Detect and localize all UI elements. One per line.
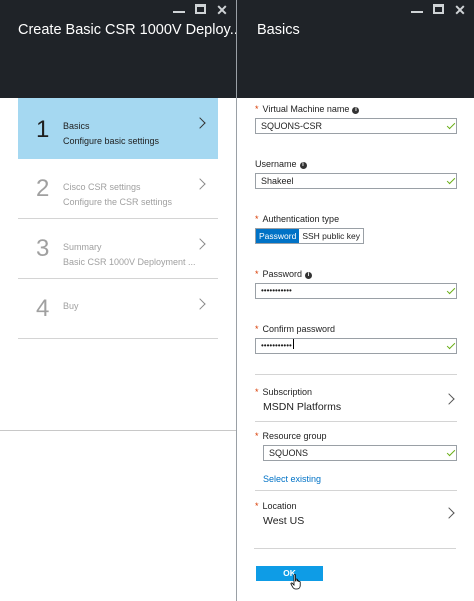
info-icon: i bbox=[305, 272, 313, 279]
confirm-password-label: * Confirm password bbox=[255, 324, 336, 334]
step-subtitle: Basic CSR 1000V Deployment ... bbox=[63, 257, 196, 267]
divider bbox=[0, 430, 236, 431]
step-number: 4 bbox=[36, 295, 50, 322]
username-input[interactable]: Shakeel bbox=[255, 173, 457, 189]
password-input[interactable]: ••••••••••• bbox=[255, 283, 457, 299]
divider bbox=[255, 374, 457, 375]
chevron-right-icon bbox=[194, 238, 206, 250]
confirm-password-input[interactable]: ••••••••••• bbox=[255, 338, 457, 354]
chevron-right-icon bbox=[194, 117, 206, 129]
username-label: Username i bbox=[255, 159, 307, 169]
info-icon: i bbox=[352, 107, 360, 114]
chevron-right-icon[interactable] bbox=[443, 393, 455, 405]
required-marker: * bbox=[255, 431, 259, 441]
step-subtitle: Configure the CSR settings bbox=[63, 197, 173, 207]
step-subtitle: Configure basic settings bbox=[63, 136, 160, 146]
required-marker: * bbox=[255, 324, 259, 334]
auth-option-ssh[interactable]: SSH public key bbox=[299, 229, 363, 243]
required-marker: * bbox=[255, 269, 259, 279]
select-existing-link[interactable]: Select existing bbox=[263, 474, 321, 484]
step-number: 2 bbox=[36, 175, 50, 202]
step-title: Cisco CSR settings bbox=[63, 182, 141, 192]
close-icon[interactable]: ✕ bbox=[454, 3, 466, 17]
maximize-icon[interactable] bbox=[433, 4, 444, 14]
basics-header: Basics ✕ bbox=[237, 0, 474, 98]
divider bbox=[255, 490, 457, 491]
location-value[interactable]: West US bbox=[263, 515, 304, 527]
required-marker: * bbox=[255, 501, 259, 511]
required-marker: * bbox=[255, 387, 259, 397]
password-label: * Password i bbox=[255, 269, 313, 279]
step-summary[interactable]: 3 Summary Basic CSR 1000V Deployment ... bbox=[18, 219, 218, 279]
chevron-right-icon bbox=[194, 178, 206, 190]
auth-type-label: * Authentication type bbox=[255, 214, 340, 224]
text-cursor bbox=[292, 339, 294, 349]
auth-option-password[interactable]: Password bbox=[256, 229, 300, 243]
basics-title: Basics bbox=[257, 22, 300, 38]
divider bbox=[254, 548, 456, 549]
vm-name-label: * Virtual Machine name i bbox=[255, 104, 360, 114]
basics-blade: Basics ✕ * Virtual Machine name i SQUONS-C… bbox=[236, 0, 474, 601]
required-marker: * bbox=[255, 214, 259, 224]
step-title: Basics bbox=[63, 121, 90, 131]
subscription-value[interactable]: MSDN Platforms bbox=[263, 401, 341, 413]
checkmark-icon bbox=[446, 340, 456, 350]
step-cisco-csr-settings[interactable]: 2 Cisco CSR settings Configure the CSR s… bbox=[18, 159, 218, 219]
resource-group-label: * Resource group bbox=[255, 431, 327, 441]
required-marker: * bbox=[255, 104, 259, 114]
step-number: 1 bbox=[36, 116, 50, 143]
wizard-window-controls: ✕ bbox=[173, 3, 228, 17]
hand-pointer-icon bbox=[290, 574, 301, 590]
checkmark-icon bbox=[446, 120, 456, 130]
checkmark-icon bbox=[446, 175, 456, 185]
maximize-icon[interactable] bbox=[195, 4, 206, 14]
step-basics[interactable]: 1 Basics Configure basic settings bbox=[18, 98, 218, 159]
step-buy[interactable]: 4 Buy bbox=[18, 279, 218, 339]
chevron-right-icon[interactable] bbox=[443, 507, 455, 519]
resource-group-input[interactable]: SQUONS bbox=[263, 445, 457, 461]
info-icon: i bbox=[299, 162, 307, 169]
vm-name-input[interactable]: SQUONS-CSR bbox=[255, 118, 457, 134]
minimize-icon[interactable] bbox=[173, 4, 185, 13]
wizard-header: Create Basic CSR 1000V Deploy... ✕ bbox=[0, 0, 242, 98]
step-title: Buy bbox=[63, 301, 79, 311]
divider bbox=[255, 421, 457, 422]
step-title: Summary bbox=[63, 242, 102, 252]
checkmark-icon bbox=[446, 447, 456, 457]
wizard-title: Create Basic CSR 1000V Deploy... bbox=[18, 22, 242, 38]
checkmark-icon bbox=[446, 285, 456, 295]
basics-window-controls: ✕ bbox=[411, 3, 466, 17]
step-number: 3 bbox=[36, 235, 50, 262]
location-label: * Location bbox=[255, 501, 297, 511]
minimize-icon[interactable] bbox=[411, 4, 423, 13]
chevron-right-icon bbox=[194, 298, 206, 310]
subscription-label: * Subscription bbox=[255, 387, 313, 397]
close-icon[interactable]: ✕ bbox=[216, 3, 228, 17]
wizard-steps: 1 Basics Configure basic settings 2 Cisc… bbox=[18, 98, 218, 339]
wizard-blade: Create Basic CSR 1000V Deploy... ✕ 1 Bas… bbox=[0, 0, 242, 601]
auth-type-toggle: Password SSH public key bbox=[255, 228, 364, 244]
